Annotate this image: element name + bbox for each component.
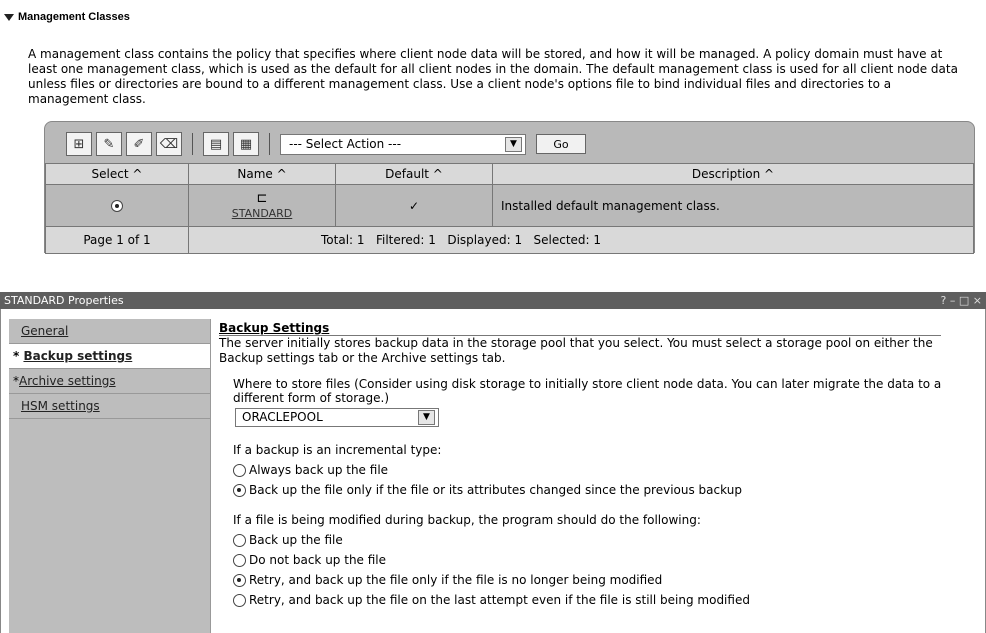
tab-general[interactable]: General bbox=[9, 319, 210, 344]
modified-option-retry-last[interactable]: Retry, and back up the file on the last … bbox=[233, 593, 979, 607]
management-classes-table: Select ^ Name ^ Default ^ Description ^ … bbox=[45, 163, 974, 254]
incremental-question: If a backup is an incremental type: bbox=[233, 443, 442, 457]
window-controls[interactable]: ? – □ × bbox=[941, 292, 982, 309]
management-classes-table-frame: ⊞ ✎ ✐ ⌫ ▤ ▦ --- Select Action --- ▼ Go S… bbox=[44, 121, 975, 254]
backup-settings-title: Backup Settings bbox=[219, 321, 941, 336]
modified-question: If a file is being modified during backu… bbox=[233, 513, 701, 527]
radio-button[interactable] bbox=[233, 533, 246, 547]
table-summary: Total: 1 Filtered: 1 Displayed: 1 Select… bbox=[188, 226, 974, 254]
column-header-select[interactable]: Select ^ bbox=[45, 163, 189, 185]
select-cell bbox=[45, 184, 189, 227]
columns-icon[interactable]: ▤ bbox=[203, 132, 229, 156]
tab-archive-settings[interactable]: * Archive settings bbox=[9, 369, 210, 394]
option-label: Retry, and back up the file only if the … bbox=[249, 573, 663, 587]
table-row: ⊏ STANDARD ✓ Installed default managemen… bbox=[45, 184, 974, 227]
storage-pool-select[interactable]: ORACLEPOOL ▼ bbox=[235, 408, 439, 427]
tab-backup-settings[interactable]: * Backup settings bbox=[9, 344, 210, 369]
pencil-icon[interactable]: ✐ bbox=[126, 132, 152, 156]
table-toolbar: ⊞ ✎ ✐ ⌫ ▤ ▦ --- Select Action --- ▼ Go bbox=[66, 132, 586, 156]
select-action-dropdown[interactable]: --- Select Action --- ▼ bbox=[280, 133, 526, 155]
tab-archive-settings-label[interactable]: Archive settings bbox=[19, 374, 116, 388]
checkmark-icon: ✓ bbox=[408, 198, 420, 213]
tab-general-label[interactable]: General bbox=[21, 324, 68, 338]
management-class-icon: ⊏ bbox=[256, 190, 268, 206]
collapse-triangle-icon[interactable] bbox=[4, 13, 14, 21]
table-footer-row: Page 1 of 1 Total: 1 Filtered: 1 Display… bbox=[45, 226, 974, 254]
incremental-option-always[interactable]: Always back up the file bbox=[233, 463, 979, 477]
toolbar-divider bbox=[269, 133, 270, 155]
tab-hsm-settings-label[interactable]: HSM settings bbox=[21, 399, 100, 413]
show-filter-icon[interactable]: ⊞ bbox=[66, 132, 92, 156]
option-label: Retry, and back up the file on the last … bbox=[249, 593, 750, 607]
option-label: Back up the file bbox=[249, 533, 343, 547]
radio-button[interactable] bbox=[233, 593, 246, 607]
description-cell: Installed default management class. bbox=[492, 184, 974, 227]
delete-icon[interactable]: ▦ bbox=[233, 132, 259, 156]
edit-sort-icon[interactable]: ✎ bbox=[96, 132, 122, 156]
tab-hsm-settings[interactable]: HSM settings bbox=[9, 394, 210, 419]
properties-panel: General * Backup settings * Archive sett… bbox=[0, 309, 986, 633]
select-action-value: --- Select Action --- bbox=[289, 137, 402, 151]
section-title: Management Classes bbox=[18, 11, 130, 23]
tab-backup-settings-label[interactable]: Backup settings bbox=[23, 349, 132, 363]
properties-title: STANDARD Properties bbox=[4, 294, 124, 307]
table-header-row: Select ^ Name ^ Default ^ Description ^ bbox=[45, 163, 974, 185]
chevron-down-icon[interactable]: ▼ bbox=[418, 410, 435, 425]
radio-button[interactable] bbox=[233, 553, 246, 567]
incremental-option-changed[interactable]: Back up the file only if the file or its… bbox=[233, 483, 979, 497]
column-header-description[interactable]: Description ^ bbox=[492, 163, 974, 185]
required-asterisk: * bbox=[13, 349, 24, 363]
properties-sidebar: General * Backup settings * Archive sett… bbox=[9, 319, 211, 633]
page-indicator: Page 1 of 1 bbox=[45, 226, 189, 254]
go-button[interactable]: Go bbox=[536, 134, 586, 154]
backup-settings-content: Backup Settings The server initially sto… bbox=[219, 321, 979, 607]
summary-text: Total: 1 Filtered: 1 Displayed: 1 Select… bbox=[321, 233, 602, 247]
radio-button[interactable] bbox=[233, 463, 246, 477]
backup-settings-description: The server initially stores backup data … bbox=[219, 336, 933, 365]
modified-option-retry[interactable]: Retry, and back up the file only if the … bbox=[233, 573, 979, 587]
management-classes-description: A management class contains the policy t… bbox=[28, 47, 958, 106]
name-cell: ⊏ STANDARD bbox=[188, 184, 336, 227]
modified-option-skip[interactable]: Do not back up the file bbox=[233, 553, 979, 567]
option-label: Do not back up the file bbox=[249, 553, 387, 567]
management-class-link[interactable]: STANDARD bbox=[232, 207, 293, 220]
modified-option-backup[interactable]: Back up the file bbox=[233, 533, 979, 547]
eraser-icon[interactable]: ⌫ bbox=[156, 132, 182, 156]
properties-titlebar: STANDARD Properties ? – □ × bbox=[0, 292, 986, 309]
storage-location-label: Where to store files (Consider using dis… bbox=[233, 377, 942, 405]
column-header-default[interactable]: Default ^ bbox=[335, 163, 493, 185]
radio-button[interactable] bbox=[233, 483, 246, 497]
column-header-name[interactable]: Name ^ bbox=[188, 163, 336, 185]
management-classes-header[interactable]: Management Classes bbox=[4, 9, 130, 25]
chevron-down-icon[interactable]: ▼ bbox=[505, 136, 522, 152]
option-label: Always back up the file bbox=[249, 463, 389, 477]
storage-pool-value: ORACLEPOOL bbox=[242, 410, 323, 424]
default-cell: ✓ bbox=[335, 184, 493, 227]
option-label: Back up the file only if the file or its… bbox=[249, 483, 742, 497]
radio-button[interactable] bbox=[233, 573, 246, 587]
row-select-radio[interactable] bbox=[111, 200, 123, 212]
toolbar-divider bbox=[192, 133, 193, 155]
